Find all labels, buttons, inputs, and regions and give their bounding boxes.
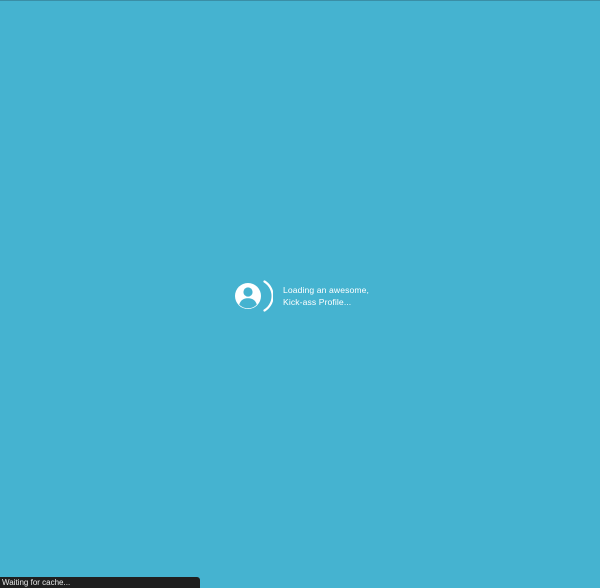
window-top-edge: [0, 0, 600, 1]
loading-message-line2: Kick-ass Profile...: [283, 297, 352, 307]
loading-message: Loading an awesome, Kick-ass Profile...: [283, 284, 369, 308]
loading-indicator: Loading an awesome, Kick-ass Profile...: [233, 278, 369, 314]
loading-message-line1: Loading an awesome,: [283, 285, 369, 295]
browser-status-bar: Waiting for cache...: [0, 577, 200, 588]
status-bar-text: Waiting for cache...: [2, 578, 71, 587]
profile-spinner-icon: [235, 280, 273, 312]
